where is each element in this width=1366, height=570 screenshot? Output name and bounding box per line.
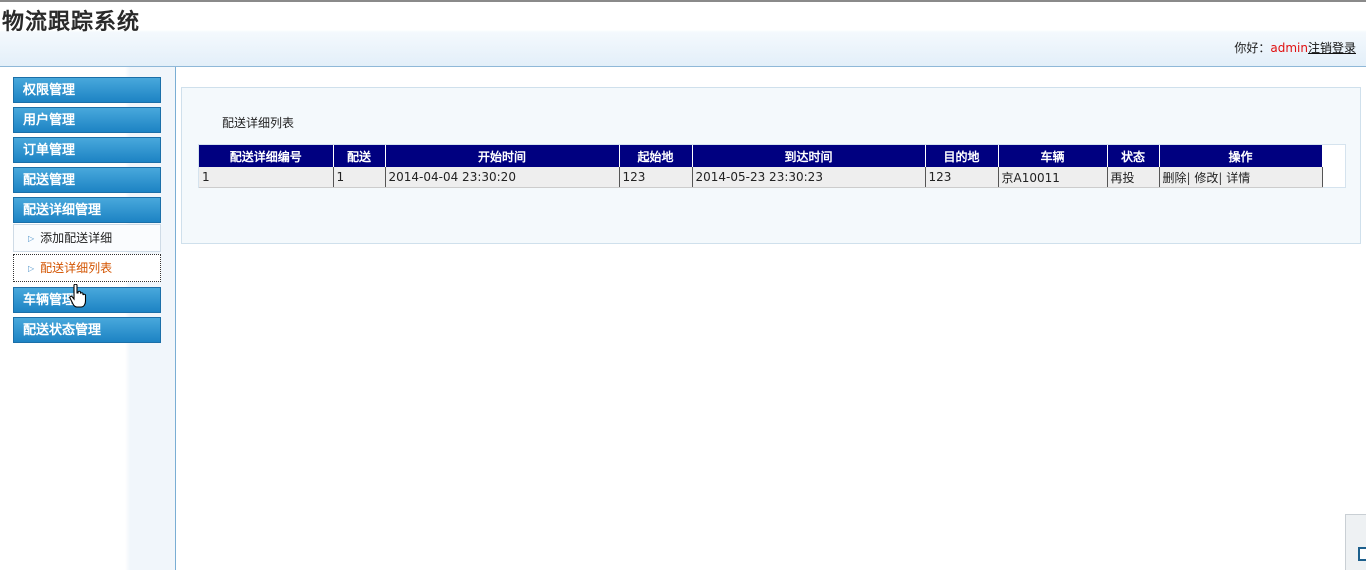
submenu-add-delivery-detail[interactable]: ▷ 添加配送详细 <box>13 224 161 252</box>
menu-order[interactable]: 订单管理 <box>13 137 161 163</box>
menu-user[interactable]: 用户管理 <box>13 107 161 133</box>
submenu-label: 添加配送详细 <box>40 231 113 245</box>
col-header-delivery: 配送 <box>333 145 386 167</box>
submenu-delivery-detail-list[interactable]: ▷ 配送详细列表 <box>13 254 161 282</box>
cell-vehicle: 京A10011 <box>998 167 1108 188</box>
edit-link[interactable]: 修改 <box>1194 171 1218 185</box>
greeting-label: 你好： <box>1234 41 1271 55</box>
table-row: 1 1 2014-04-04 23:30:20 123 2014-05-23 2… <box>199 167 1323 188</box>
ops-separator: | <box>1186 170 1191 185</box>
delivery-detail-table: 配送详细编号 配送 开始时间 起始地 到达时间 目的地 车辆 状态 操作 1 1… <box>199 145 1323 188</box>
col-header-destination: 目的地 <box>925 145 999 167</box>
arrow-right-icon: ▷ <box>28 264 35 273</box>
col-header-origin: 起始地 <box>619 145 693 167</box>
header: 物流跟踪系统 你好：admin注销登录 <box>0 2 1366 67</box>
menu-delivery-status[interactable]: 配送状态管理 <box>13 317 161 343</box>
col-header-status: 状态 <box>1107 145 1160 167</box>
username: admin <box>1270 41 1308 55</box>
corner-widget[interactable] <box>1345 514 1366 570</box>
cell-ops: 删除| 修改| 详情 <box>1159 167 1323 188</box>
cell-start-time: 2014-04-04 23:30:20 <box>385 167 620 188</box>
sidebar: 权限管理 用户管理 订单管理 配送管理 配送详细管理 ▷ 添加配送详细 ▷ 配送详细… <box>0 67 176 570</box>
menu-delivery-detail[interactable]: 配送详细管理 <box>13 197 161 223</box>
cell-arrive-time: 2014-05-23 23:30:23 <box>692 167 926 188</box>
col-header-vehicle: 车辆 <box>998 145 1108 167</box>
menu-permission[interactable]: 权限管理 <box>13 77 161 103</box>
hand-cursor-icon <box>69 284 87 308</box>
app-title: 物流跟踪系统 <box>2 9 141 35</box>
panel-title: 配送详细列表 <box>222 116 295 130</box>
col-header-id: 配送详细编号 <box>199 145 334 167</box>
menu-vehicle[interactable]: 车辆管理 <box>13 287 161 313</box>
delete-link[interactable]: 删除 <box>1163 171 1187 185</box>
submenu-label: 配送详细列表 <box>40 261 113 275</box>
arrow-right-icon: ▷ <box>28 234 35 243</box>
cell-id: 1 <box>199 167 334 188</box>
logout-link[interactable]: 注销登录 <box>1308 41 1356 55</box>
cell-origin: 123 <box>619 167 693 188</box>
cell-destination: 123 <box>925 167 999 188</box>
table-container: 配送详细编号 配送 开始时间 起始地 到达时间 目的地 车辆 状态 操作 1 1… <box>198 144 1346 188</box>
menu-delivery[interactable]: 配送管理 <box>13 167 161 193</box>
col-header-arrive-time: 到达时间 <box>692 145 926 167</box>
detail-link[interactable]: 详情 <box>1226 171 1250 185</box>
col-header-ops: 操作 <box>1159 145 1323 167</box>
user-bar: 你好：admin注销登录 <box>1234 39 1356 56</box>
content-panel: 配送详细列表 配送详细编号 配送 开始时间 起始地 到达时间 目的地 车辆 状态… <box>181 87 1361 244</box>
col-header-start-time: 开始时间 <box>385 145 620 167</box>
cell-status: 再投 <box>1107 167 1160 188</box>
ops-separator: | <box>1218 170 1223 185</box>
table-header-row: 配送详细编号 配送 开始时间 起始地 到达时间 目的地 车辆 状态 操作 <box>199 145 1323 167</box>
window-icon <box>1358 547 1366 561</box>
cell-delivery: 1 <box>333 167 386 188</box>
